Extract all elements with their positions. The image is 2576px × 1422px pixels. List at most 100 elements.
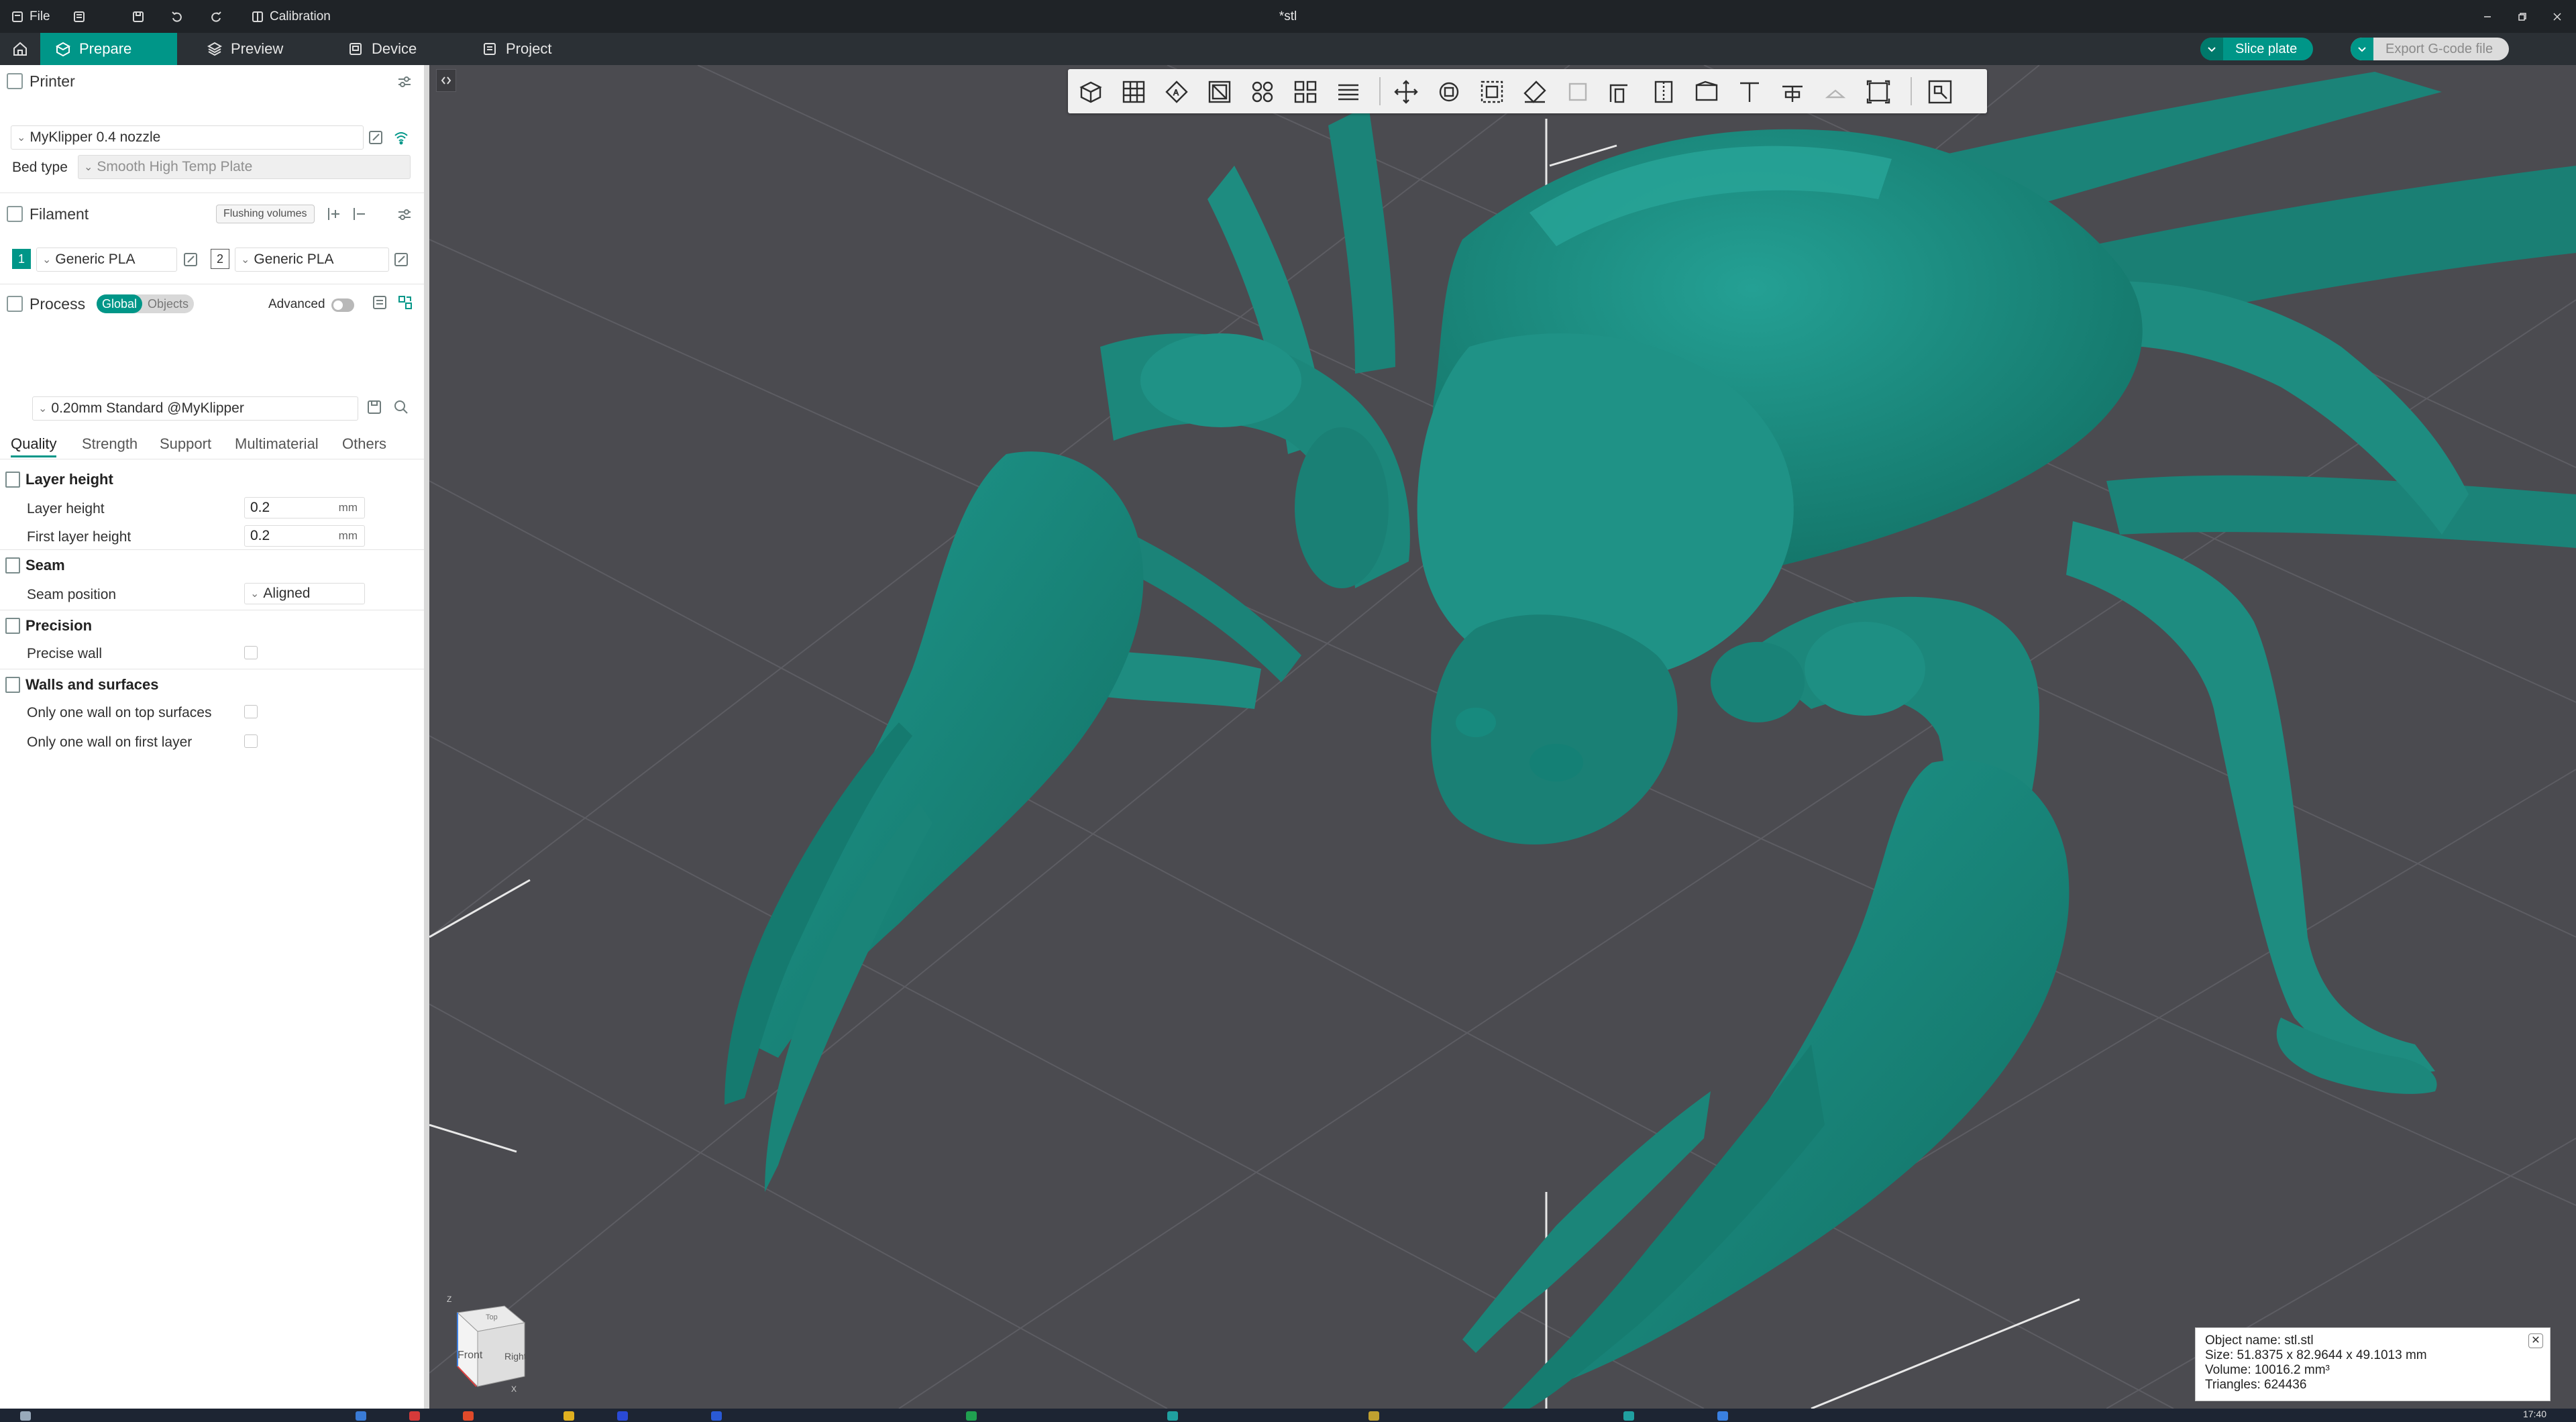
- fit-view-tool[interactable]: [1861, 74, 1896, 109]
- start-icon[interactable]: [20, 1411, 31, 1421]
- filament-slot-1-select[interactable]: ⌄ Generic PLA: [36, 248, 177, 272]
- printer-settings-icon[interactable]: [397, 74, 412, 93]
- add-plate-tool[interactable]: [1116, 74, 1151, 109]
- walls-surfaces-group: Walls and surfaces: [0, 671, 424, 698]
- tab-others[interactable]: Others: [342, 435, 386, 453]
- close-info-button[interactable]: ✕: [2528, 1333, 2543, 1348]
- taskbar-app-icon[interactable]: [1717, 1411, 1728, 1421]
- taskbar-app-icon[interactable]: [1623, 1411, 1634, 1421]
- minimize-button[interactable]: [2470, 0, 2505, 33]
- printer-select[interactable]: ⌄ MyKlipper 0.4 nozzle: [11, 125, 364, 150]
- rotate-tool[interactable]: [1432, 74, 1466, 109]
- lay-on-face-tool[interactable]: [1517, 74, 1552, 109]
- 3d-viewport[interactable]: A Front Right Top Z X Object name: stl.s…: [429, 65, 2576, 1409]
- edit-filament-1-icon[interactable]: [182, 252, 199, 272]
- process-compare-icon[interactable]: [397, 294, 413, 315]
- restore-button[interactable]: [2505, 0, 2540, 33]
- view-cube[interactable]: Front Right Top Z X: [444, 1293, 538, 1394]
- slice-dropdown-icon[interactable]: [2200, 38, 2223, 60]
- filament-icon: [7, 206, 23, 222]
- search-icon[interactable]: [393, 399, 409, 419]
- taskbar-app-icon[interactable]: [1368, 1411, 1379, 1421]
- taskbar-app-icon[interactable]: [711, 1411, 722, 1421]
- layers-editing-tool[interactable]: [1331, 74, 1366, 109]
- filament-settings-icon[interactable]: [397, 207, 412, 226]
- slice-plate-button[interactable]: Slice plate: [2200, 38, 2314, 60]
- save-preset-icon[interactable]: [366, 399, 382, 419]
- home-button[interactable]: [0, 33, 40, 65]
- filament-slot-2-badge[interactable]: 2: [211, 249, 229, 269]
- dashboard-button[interactable]: [72, 0, 86, 33]
- edit-filament-2-icon[interactable]: [393, 252, 409, 272]
- taskbar-app-icon[interactable]: [966, 1411, 977, 1421]
- collapse-sidebar-button[interactable]: [436, 69, 456, 92]
- tab-multimaterial[interactable]: Multimaterial: [235, 435, 319, 453]
- first-layer-height-input[interactable]: 0.2 mm: [244, 525, 365, 547]
- precise-wall-checkbox[interactable]: [244, 646, 258, 659]
- color-painting-tool[interactable]: [1689, 74, 1724, 109]
- layer-height-input[interactable]: 0.2 mm: [244, 497, 365, 518]
- view-cube-front-label: Front: [458, 1350, 483, 1361]
- one-wall-top-checkbox[interactable]: [244, 705, 258, 718]
- export-dropdown-icon[interactable]: [2351, 38, 2373, 60]
- process-scope-toggle[interactable]: Global Objects: [97, 294, 195, 313]
- axis-x-label: X: [511, 1384, 517, 1393]
- scene-canvas[interactable]: [429, 65, 2576, 1409]
- seam-position-select[interactable]: ⌄ Aligned: [244, 583, 365, 604]
- save-button[interactable]: [131, 0, 145, 33]
- process-list-icon[interactable]: [372, 294, 388, 315]
- auto-orient-tool[interactable]: A: [1159, 74, 1194, 109]
- rotate-icon: [1439, 82, 1459, 102]
- process-section-header[interactable]: Process: [0, 289, 424, 319]
- move-tool[interactable]: [1389, 74, 1424, 109]
- arrange-tool[interactable]: [1202, 74, 1237, 109]
- taskbar-app-icon[interactable]: [356, 1411, 366, 1421]
- taskbar-app-icon[interactable]: [564, 1411, 574, 1421]
- taskbar-app-icon[interactable]: [463, 1411, 474, 1421]
- measure-tool[interactable]: [1775, 74, 1810, 109]
- tab-strength[interactable]: Strength: [82, 435, 138, 453]
- close-icon: [2553, 12, 2561, 21]
- add-object-tool[interactable]: [1073, 74, 1108, 109]
- tab-preview[interactable]: Preview: [192, 33, 298, 65]
- calibration-menu[interactable]: Calibration: [251, 0, 331, 33]
- assembly-tool[interactable]: [1818, 74, 1853, 109]
- split-parts-tool[interactable]: [1288, 74, 1323, 109]
- bed-type-select[interactable]: ⌄ Smooth High Temp Plate: [78, 155, 411, 179]
- objects-toggle-option[interactable]: Objects: [142, 294, 194, 313]
- close-window-button[interactable]: [2540, 0, 2575, 33]
- add-filament-icon[interactable]: [326, 206, 342, 226]
- tab-device[interactable]: Device: [333, 33, 431, 65]
- text-tool[interactable]: [1732, 74, 1767, 109]
- split-objects-tool[interactable]: [1245, 74, 1280, 109]
- tab-support[interactable]: Support: [160, 435, 211, 453]
- advanced-switch[interactable]: [331, 298, 354, 312]
- printer-section-header[interactable]: Printer: [0, 66, 424, 96]
- assemble-view-tool[interactable]: [1923, 74, 1957, 109]
- scale-tool[interactable]: [1474, 74, 1509, 109]
- taskbar-app-icon[interactable]: [1167, 1411, 1178, 1421]
- tab-prepare[interactable]: Prepare: [40, 33, 177, 65]
- one-wall-first-checkbox[interactable]: [244, 734, 258, 748]
- cut-tool[interactable]: [1560, 74, 1595, 109]
- redo-button[interactable]: [209, 0, 223, 33]
- wifi-icon[interactable]: [393, 129, 409, 150]
- filament-slot-2-select[interactable]: ⌄ Generic PLA: [235, 248, 389, 272]
- export-gcode-button[interactable]: Export G-code file: [2351, 38, 2510, 60]
- file-menu[interactable]: File: [11, 0, 50, 33]
- process-preset-select[interactable]: ⌄ 0.20mm Standard @MyKlipper: [32, 396, 358, 421]
- tab-quality[interactable]: Quality: [11, 435, 57, 457]
- filament-slot-1-badge[interactable]: 1: [12, 249, 31, 269]
- edit-printer-icon[interactable]: [368, 129, 384, 150]
- remove-filament-icon[interactable]: [352, 206, 368, 226]
- undo-button[interactable]: [170, 0, 184, 33]
- tab-project[interactable]: Project: [467, 33, 566, 65]
- taskbar-app-icon[interactable]: [409, 1411, 420, 1421]
- seam-painting-tool[interactable]: [1646, 74, 1681, 109]
- global-toggle-option[interactable]: Global: [97, 294, 143, 313]
- support-painting-tool[interactable]: [1603, 74, 1638, 109]
- taskbar-app-icon[interactable]: [617, 1411, 628, 1421]
- model-mesh[interactable]: [724, 72, 2576, 1409]
- sidebar-splitter[interactable]: [424, 65, 429, 1409]
- flushing-volumes-button[interactable]: Flushing volumes: [216, 205, 315, 223]
